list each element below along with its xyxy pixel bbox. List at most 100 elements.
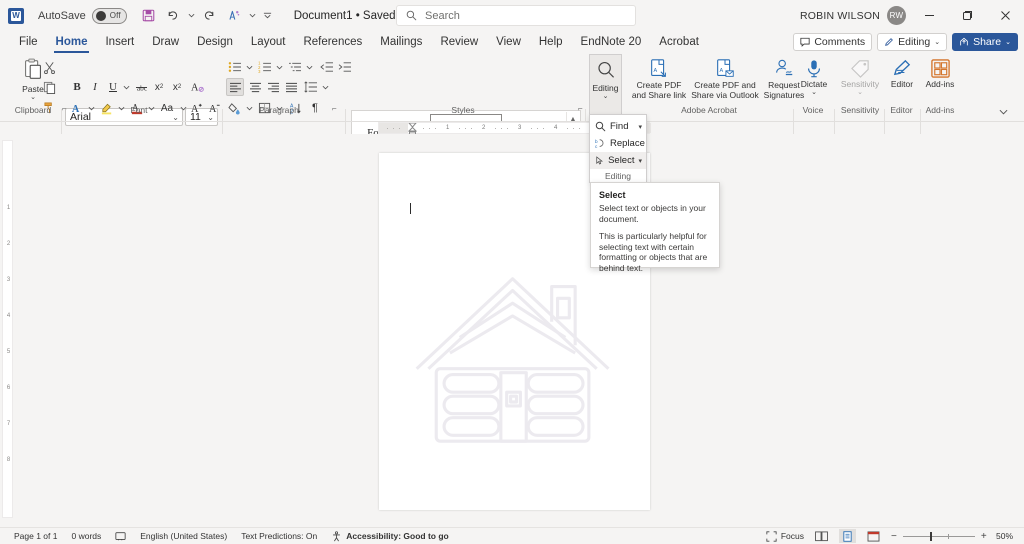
line-spacing-caret-icon[interactable]	[320, 78, 330, 96]
tab-acrobat[interactable]: Acrobat	[650, 31, 708, 53]
numbering-caret-icon[interactable]	[274, 58, 284, 76]
cut-button[interactable]	[40, 58, 58, 76]
save-icon[interactable]	[138, 5, 160, 27]
align-center-button[interactable]	[246, 78, 264, 96]
bold-button[interactable]: B	[68, 78, 86, 96]
tab-layout[interactable]: Layout	[242, 31, 295, 53]
paragraph-dialog-launcher[interactable]: ⌐	[332, 104, 337, 113]
menu-item-select[interactable]: Select ▾	[590, 152, 646, 169]
tab-insert[interactable]: Insert	[96, 31, 143, 53]
minimize-button[interactable]	[910, 0, 948, 31]
subscript-button[interactable]: x2	[150, 78, 168, 96]
accessibility-icon	[331, 531, 342, 542]
search-input[interactable]: Search	[396, 5, 636, 26]
touch-mode-icon[interactable]	[223, 5, 245, 27]
clear-formatting-button[interactable]: A	[188, 78, 206, 96]
multilevel-caret-icon[interactable]	[304, 58, 314, 76]
tab-home[interactable]: Home	[47, 31, 97, 53]
tab-mailings[interactable]: Mailings	[371, 31, 431, 53]
close-button[interactable]	[986, 0, 1024, 31]
underline-button[interactable]: U	[104, 78, 122, 96]
touch-mode-caret-icon[interactable]	[247, 5, 258, 27]
tab-view[interactable]: View	[487, 31, 530, 53]
status-bar: Page 1 of 1 0 words English (United Stat…	[0, 527, 1024, 544]
dictate-caret-icon[interactable]: ⌄	[811, 89, 817, 96]
styles-dialog-launcher[interactable]: ⌐	[578, 104, 583, 113]
underline-caret-icon[interactable]	[121, 78, 131, 96]
copy-button[interactable]	[40, 78, 58, 96]
align-left-button[interactable]	[226, 78, 244, 96]
autosave-toggle[interactable]: Off	[92, 8, 127, 24]
group-label-sensitivity: Sensitivity	[836, 105, 884, 115]
undo-icon[interactable]	[162, 5, 184, 27]
proofing-errors-icon[interactable]	[115, 531, 126, 542]
find-caret-icon[interactable]: ▾	[638, 123, 642, 131]
tab-references[interactable]: References	[294, 31, 371, 53]
editing-button-caret-icon[interactable]: ⌄	[603, 93, 609, 101]
avatar[interactable]: RW	[887, 6, 906, 25]
sensitivity-button[interactable]: Sensitivity ⌄	[838, 58, 882, 96]
line-spacing-button[interactable]	[302, 78, 320, 96]
sensitivity-caret-icon[interactable]: ⌄	[857, 89, 863, 96]
decrease-indent-button[interactable]	[318, 58, 336, 76]
bullets-caret-icon[interactable]	[244, 58, 254, 76]
status-text-predictions[interactable]: Text Predictions: On	[241, 531, 317, 541]
share-caret-icon[interactable]: ⌄	[1005, 38, 1011, 46]
read-mode-button[interactable]	[813, 529, 830, 543]
editor-button[interactable]: Editor	[886, 58, 918, 89]
zoom-in-button[interactable]: +	[981, 531, 987, 542]
zoom-level-label[interactable]: 50%	[996, 531, 1016, 541]
share-button[interactable]: Share ⌄	[952, 33, 1018, 51]
font-dialog-launcher[interactable]: ⌐	[210, 104, 215, 113]
customize-quick-access-toolbar-icon[interactable]	[260, 5, 276, 27]
document-canvas[interactable]	[15, 134, 1024, 527]
zoom-handle[interactable]	[930, 532, 932, 541]
tab-review[interactable]: Review	[431, 31, 487, 53]
tab-help[interactable]: Help	[530, 31, 572, 53]
superscript-button[interactable]: x2	[168, 78, 186, 96]
status-accessibility[interactable]: Accessibility: Good to go	[331, 531, 448, 542]
menu-item-find[interactable]: Find ▾	[590, 118, 646, 135]
strikethrough-button[interactable]: abc	[132, 78, 150, 96]
comments-button[interactable]: Comments	[793, 33, 872, 51]
paste-caret-icon[interactable]: ⌄	[30, 94, 36, 101]
menu-item-replace-label: Replace	[610, 138, 645, 149]
italic-button[interactable]: I	[86, 78, 104, 96]
justify-button[interactable]	[282, 78, 300, 96]
zoom-track[interactable]	[903, 536, 975, 537]
web-layout-button[interactable]	[865, 529, 882, 543]
create-pdf-and-share-link-button[interactable]: A Create PDF and Share link	[628, 58, 690, 100]
status-word-count[interactable]: 0 words	[71, 531, 101, 541]
multilevel-list-button[interactable]	[286, 58, 304, 76]
print-layout-button[interactable]	[839, 529, 856, 543]
bullets-button[interactable]	[226, 58, 244, 76]
menu-item-replace[interactable]: bc Replace	[590, 135, 646, 152]
status-page-number[interactable]: Page 1 of 1	[14, 531, 57, 541]
pencil-icon	[884, 37, 894, 47]
add-ins-button[interactable]: Add-ins	[922, 58, 958, 89]
select-caret-icon[interactable]: ▾	[638, 157, 642, 165]
editing-mode-button[interactable]: Editing ⌄	[877, 33, 947, 51]
numbering-button[interactable]: 123	[256, 58, 274, 76]
window-controls	[910, 0, 1024, 31]
editing-mode-caret-icon[interactable]: ⌄	[934, 38, 940, 46]
editing-group-button[interactable]: Editing ⌄	[589, 54, 622, 114]
zoom-out-button[interactable]: −	[891, 531, 897, 542]
restore-button[interactable]	[948, 0, 986, 31]
undo-dropdown-caret-icon[interactable]	[186, 5, 197, 27]
v-ruler-tick-3: 3	[3, 277, 14, 283]
status-language[interactable]: English (United States)	[140, 531, 227, 541]
increase-indent-button[interactable]	[336, 58, 354, 76]
vertical-ruler[interactable]: 1 2 3 4 5 6 7 8	[2, 140, 13, 518]
tab-draw[interactable]: Draw	[143, 31, 188, 53]
align-right-button[interactable]	[264, 78, 282, 96]
tab-design[interactable]: Design	[188, 31, 242, 53]
dictate-button[interactable]: Dictate ⌄	[797, 58, 831, 96]
focus-mode-button[interactable]: Focus	[766, 531, 804, 542]
tab-endnote-20[interactable]: EndNote 20	[572, 31, 651, 53]
tab-file[interactable]: File	[10, 31, 47, 53]
create-pdf-share-outlook-button[interactable]: A Create PDF and Share via Outlook	[690, 58, 760, 100]
redo-icon[interactable]	[199, 5, 221, 27]
zoom-slider[interactable]: − +	[891, 531, 987, 542]
account-area[interactable]: ROBIN WILSON RW	[800, 0, 906, 31]
